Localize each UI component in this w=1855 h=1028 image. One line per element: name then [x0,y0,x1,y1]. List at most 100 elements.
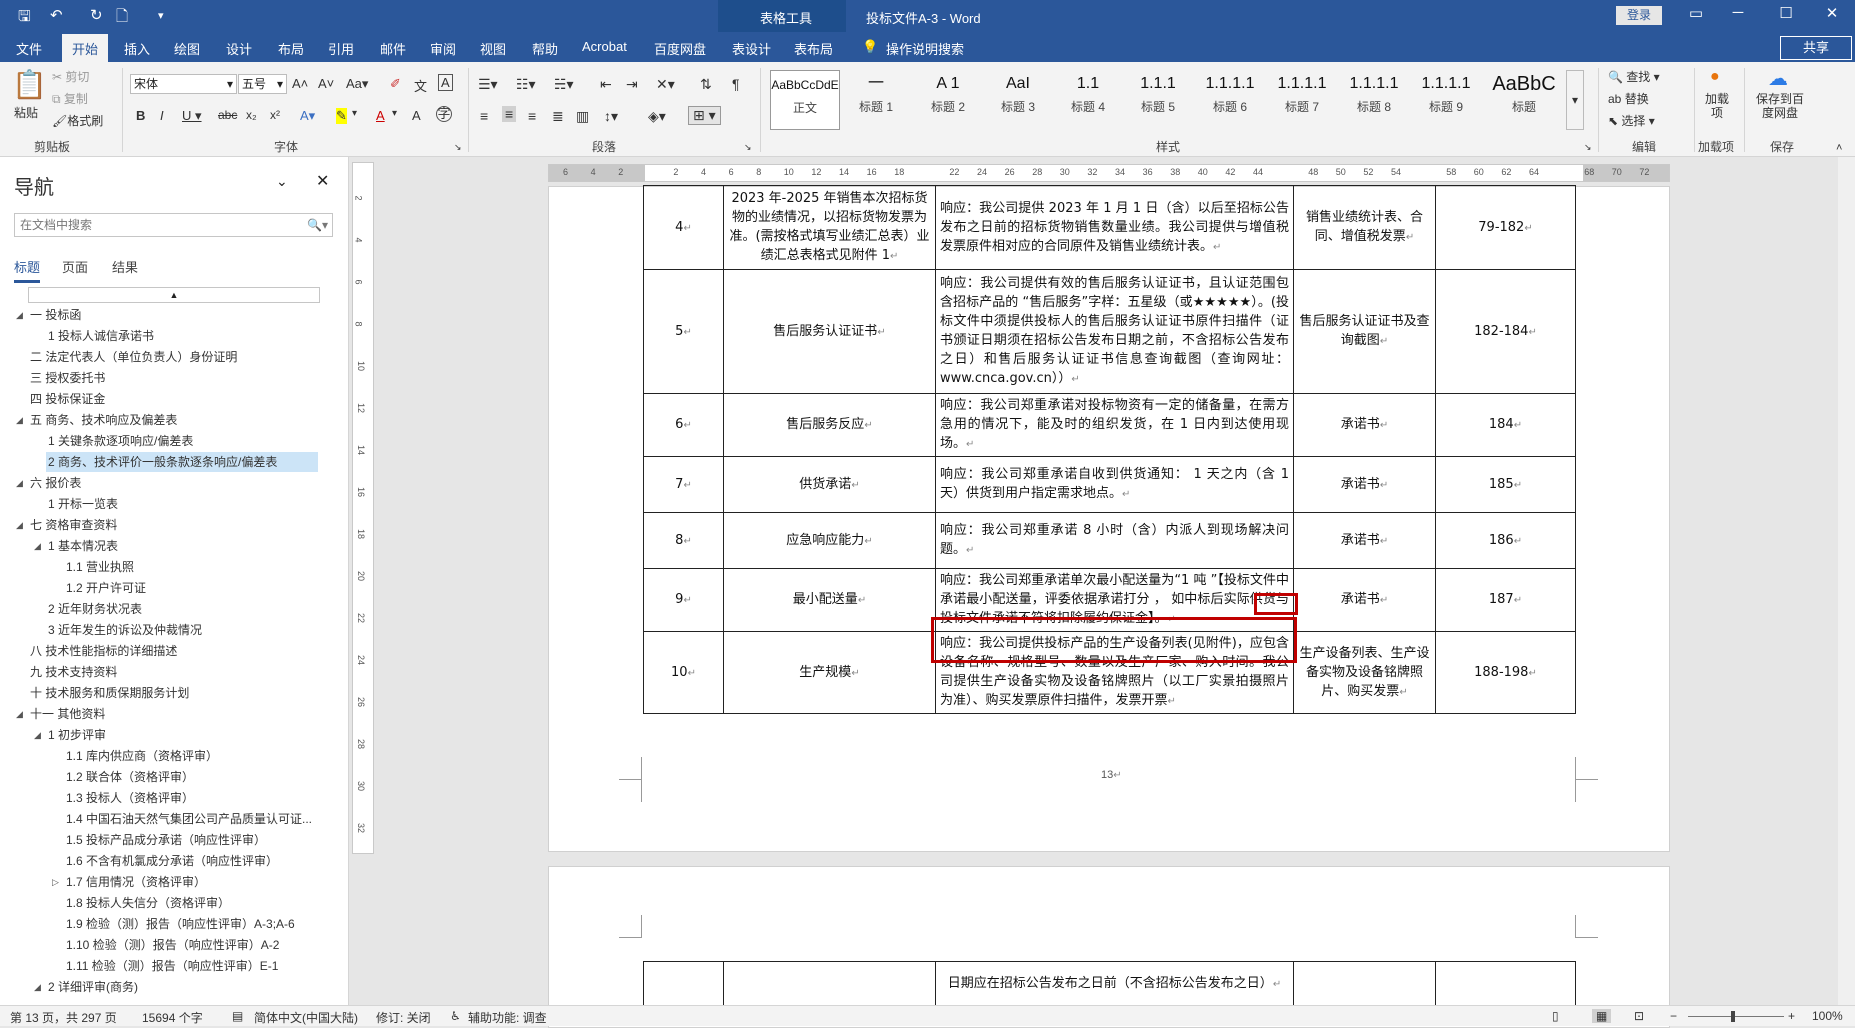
collapse-arrow-icon[interactable]: ◢ [16,709,23,720]
font-size-select[interactable]: 五号 ▾ [238,74,287,94]
read-mode-icon[interactable]: ▯ [1552,1009,1559,1023]
tab-insert[interactable]: 插入 [124,39,150,58]
table-cell[interactable]: 供货承诺↵ [723,456,936,513]
change-case-icon[interactable]: Aa▾ [346,76,368,92]
increase-indent-icon[interactable]: ⇥ [626,76,638,93]
highlight-icon[interactable]: ✎ [336,108,347,124]
tab-view[interactable]: 视图 [480,39,506,58]
zoom-out-icon[interactable]: − [1670,1009,1677,1023]
zoom-level[interactable]: 100% [1812,1009,1843,1023]
nav-heading-item[interactable]: 1.6 不含有机氯成分承诺（响应性评审） [64,851,278,871]
align-center-icon[interactable]: ≡ [502,106,517,122]
text-effects-icon[interactable]: A▾ [300,108,315,124]
style-title[interactable]: AaBbC 标题 [1490,70,1558,128]
chevron-down-icon[interactable]: ▾ [392,108,397,119]
nav-heading-item[interactable]: 一 投标函 [28,305,81,325]
paste-button[interactable]: 粘贴 [14,104,38,121]
style-heading-9[interactable]: 1.1.1.1 标题 9 [1412,70,1480,128]
char-border-icon[interactable]: A [438,74,453,91]
table-cell[interactable] [1435,961,1576,1006]
nav-heading-item[interactable]: 四 投标保证金 [28,389,105,409]
response-table-continued[interactable]: 日期应在招标公告发布之日前（不含招标公告发布之日）↵ [643,961,1576,1006]
table-cell[interactable]: 销售业绩统计表、合同、增值税发票↵ [1293,185,1436,270]
share-button[interactable]: 共享 [1780,36,1852,60]
line-spacing-icon[interactable]: ↕▾ [604,108,618,125]
expand-arrow-icon[interactable]: ▷ [52,877,59,888]
nav-heading-item[interactable]: 1.8 投标人失信分（资格评审） [64,893,230,913]
tab-help[interactable]: 帮助 [532,39,558,58]
nav-heading-item[interactable]: 1.10 检验（测）报告（响应性评审）A-2 [64,935,279,955]
distribute-icon[interactable]: ▥ [576,108,589,125]
nav-heading-item[interactable]: 1.4 中国石油天然气集团公司产品质量认可证... [64,809,312,829]
table-cell[interactable]: 186↵ [1435,512,1576,569]
document-page[interactable]: 4↵ 2023 年-2025 年销售本次招标货物的业绩情况，以招标货物发票为准。(… [548,185,1670,852]
style-heading-3[interactable]: AaI 标题 3 [984,70,1052,128]
table-cell[interactable]: 182-184↵ [1435,269,1576,394]
show-marks-icon[interactable]: ¶ [732,76,740,92]
table-cell[interactable]: 5↵ [643,269,724,394]
undo-icon[interactable]: ↶ [50,6,63,24]
nav-heading-item[interactable]: 六 报价表 [28,473,81,493]
table-cell[interactable]: 6↵ [643,393,724,457]
load-addins-button[interactable]: 加载项 [1704,92,1730,120]
table-cell[interactable]: 售后服务认证证书↵ [723,269,936,394]
table-cell[interactable] [643,961,724,1006]
table-cell[interactable]: 9↵ [643,568,724,632]
tab-file[interactable]: 文件 [16,39,42,58]
table-cell[interactable]: 响应：我公司郑重承诺 8 小时（含）内派人到现场解决问题。↵ [935,512,1294,569]
nav-heading-item[interactable]: 1 基本情况表 [46,536,118,556]
vertical-scrollbar[interactable] [1838,157,1855,1005]
table-row[interactable]: 6↵ 售后服务反应↵ 响应：我公司郑重承诺对投标物资有一定的储备量，在需方急用的情况… [643,393,1576,457]
nav-heading-item[interactable]: 1.2 开户许可证 [64,578,146,598]
maximize-icon[interactable]: ☐ [1766,4,1806,22]
nav-heading-item[interactable]: 1.11 检验（测）报告（响应性评审）E-1 [64,956,278,976]
vertical-ruler[interactable]: 2 4 6 8 10 12 14 16 18 20 22 24 26 28 30 32 [352,162,374,854]
subscript-icon[interactable]: x₂ [246,108,257,122]
save-baidu-button[interactable]: 保存到百度网盘 [1752,92,1808,120]
customize-quick-access-icon[interactable]: ▾ [158,9,164,22]
tell-me-search[interactable]: 操作说明搜索 [886,39,964,58]
table-cell[interactable]: 10↵ [643,631,724,714]
accessibility-status[interactable]: 辅助功能: 调查 [468,1009,547,1026]
nav-heading-item[interactable]: 1.1 库内供应商（资格评审） [64,746,218,766]
clear-format-icon[interactable]: ✐ [390,76,401,92]
chevron-down-icon[interactable]: ▾ [352,108,357,119]
nav-search-input[interactable]: 在文档中搜索 🔍▾ [14,213,333,237]
table-cell[interactable]: 188-198↵ [1435,631,1576,714]
chinese-layout-icon[interactable]: ✕▾ [656,76,675,93]
dialog-launcher-icon[interactable]: ↘ [744,142,752,153]
style-heading-8[interactable]: 1.1.1.1 标题 8 [1340,70,1408,128]
collapse-arrow-icon[interactable]: ◢ [34,541,41,552]
tab-table-design[interactable]: 表设计 [732,39,771,58]
tab-design[interactable]: 设计 [226,39,252,58]
document-page[interactable]: 日期应在招标公告发布之日前（不含招标公告发布之日）↵ [548,866,1670,1028]
table-cell[interactable]: 生产设备列表、生产设备实物及设备铭牌照片、购买发票↵ [1293,631,1436,714]
nav-heading-item[interactable]: 十一 其他资料 [28,704,105,724]
shrink-font-icon[interactable]: A˅ [318,76,334,91]
tab-review[interactable]: 审阅 [430,39,456,58]
table-cell[interactable]: 响应：我公司提供有效的售后服务认证证书，且认证范围包含招标产品的 “售后服务”字… [935,269,1294,394]
align-left-icon[interactable]: ≡ [480,108,488,124]
style-heading-5[interactable]: 1.1.1 标题 5 [1124,70,1192,128]
nav-heading-item[interactable]: 三 授权委托书 [28,368,105,388]
table-cell[interactable]: 8↵ [643,512,724,569]
table-cell[interactable] [1293,961,1436,1006]
collapse-arrow-icon[interactable]: ◢ [34,730,41,741]
collapse-arrow-icon[interactable]: ◢ [16,310,23,321]
grow-font-icon[interactable]: A˄ [292,76,308,91]
font-name-select[interactable]: 宋体 ▾ [130,74,237,94]
tab-mailings[interactable]: 邮件 [380,39,406,58]
nav-heading-item[interactable]: 1.2 联合体（资格评审） [64,767,194,787]
table-cell[interactable]: 187↵ [1435,568,1576,632]
nav-heading-item[interactable]: 1.7 信用情况（资格评审） [64,872,206,892]
proofing-icon[interactable]: ▤ [232,1009,243,1023]
search-icon[interactable]: 🔍▾ [307,214,328,236]
copy-button[interactable]: ⧉ 复制 [52,90,88,107]
phonetic-guide-icon[interactable]: 文 [414,76,427,95]
tab-draw[interactable]: 绘图 [174,39,200,58]
italic-icon[interactable]: I [160,108,164,123]
strikethrough-icon[interactable]: abc [218,108,237,122]
numbering-icon[interactable]: ☷▾ [516,76,536,93]
select-button[interactable]: ⬉ 选择 ▾ [1608,112,1655,129]
addins-icon[interactable]: ● [1710,68,1720,86]
